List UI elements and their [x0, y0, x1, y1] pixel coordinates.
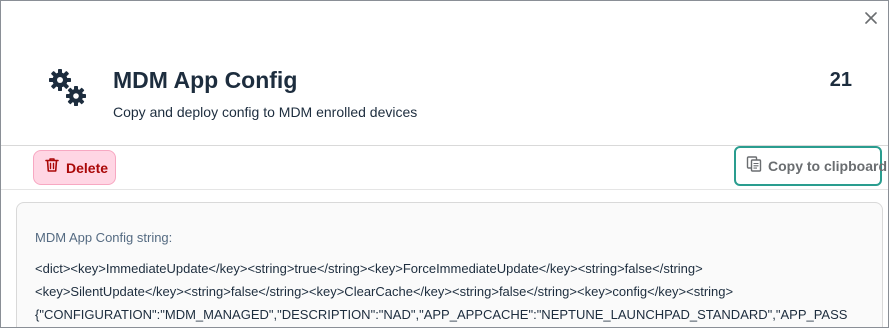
config-string-line: <key>SilentUpdate</key><string>false</st… — [35, 284, 734, 299]
delete-label: Delete — [66, 159, 109, 176]
counter-value: 21 — [829, 69, 852, 91]
copy-to-clipboard-button[interactable]: Copy to clipboard — [734, 146, 887, 186]
delete-button[interactable]: Delete — [33, 150, 116, 185]
trash-icon — [44, 157, 60, 178]
dialog-title: MDM App Config — [113, 67, 298, 93]
dialog-toolbar: Delete Copy to clipboard — [1, 146, 888, 190]
mdm-app-config-dialog: MDM App Config Copy and deploy config to… — [0, 0, 889, 328]
dialog-subtitle: Copy and deploy config to MDM enrolled d… — [113, 104, 418, 120]
config-string-line: <dict><key>ImmediateUpdate</key><string>… — [35, 261, 703, 276]
copy-icon — [745, 155, 763, 178]
config-string-label: MDM App Config string: — [35, 230, 173, 245]
config-string-panel: MDM App Config string: <dict><key>Immedi… — [16, 202, 883, 327]
config-string-line: {"CONFIGURATION":"MDM_MANAGED","DESCRIPT… — [35, 307, 848, 322]
copy-to-clipboard-label: Copy to clipboard — [768, 158, 887, 174]
gears-icon — [47, 67, 91, 111]
dialog-header: MDM App Config Copy and deploy config to… — [1, 1, 888, 146]
